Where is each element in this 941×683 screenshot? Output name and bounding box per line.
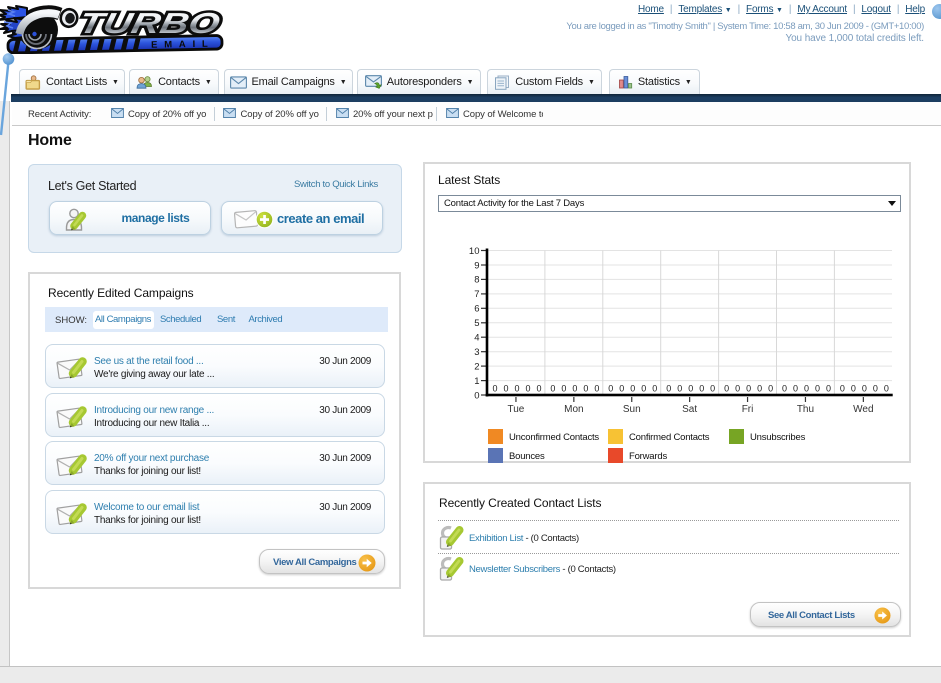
svg-text:Mon: Mon bbox=[564, 404, 583, 415]
svg-text:Fri: Fri bbox=[742, 404, 754, 415]
svg-text:Thu: Thu bbox=[797, 404, 814, 415]
svg-text:0 0 0 0 0: 0 0 0 0 0 bbox=[724, 384, 773, 394]
svg-text:EMAIL: EMAIL bbox=[151, 39, 215, 51]
svg-text:Tue: Tue bbox=[508, 404, 525, 415]
svg-text:TURBO: TURBO bbox=[76, 7, 223, 40]
svg-text:9: 9 bbox=[474, 260, 479, 271]
svg-text:4: 4 bbox=[474, 333, 479, 344]
svg-text:0 0 0 0 0: 0 0 0 0 0 bbox=[550, 384, 599, 394]
svg-text:2: 2 bbox=[474, 361, 479, 372]
svg-text:6: 6 bbox=[474, 304, 479, 315]
svg-text:0 0 0 0 0: 0 0 0 0 0 bbox=[782, 384, 831, 394]
svg-text:10: 10 bbox=[469, 246, 480, 257]
svg-text:0 0 0 0 0: 0 0 0 0 0 bbox=[840, 384, 889, 394]
svg-text:0: 0 bbox=[474, 390, 479, 401]
svg-text:0 0 0 0 0: 0 0 0 0 0 bbox=[493, 384, 542, 394]
svg-text:Sun: Sun bbox=[623, 404, 641, 415]
svg-text:1: 1 bbox=[474, 376, 479, 387]
svg-text:0 0 0 0 0: 0 0 0 0 0 bbox=[608, 384, 657, 394]
svg-text:3: 3 bbox=[474, 347, 479, 358]
svg-text:Sat: Sat bbox=[682, 404, 697, 415]
svg-text:5: 5 bbox=[474, 318, 479, 329]
svg-text:Wed: Wed bbox=[853, 404, 873, 415]
svg-text:8: 8 bbox=[474, 275, 479, 286]
svg-text:0 0 0 0 0: 0 0 0 0 0 bbox=[666, 384, 715, 394]
svg-text:7: 7 bbox=[474, 289, 479, 300]
